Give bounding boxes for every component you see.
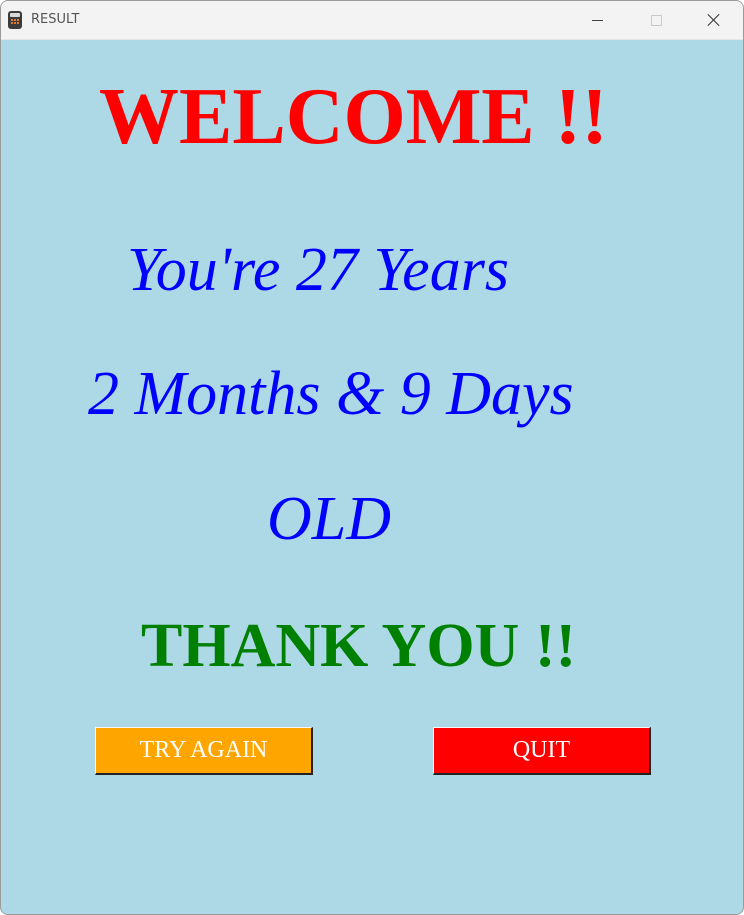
- result-panel: WELCOME !! You're 27 Years 2 Months & 9 …: [1, 40, 743, 914]
- maximize-button[interactable]: [627, 1, 685, 39]
- thank-you-text: THANK YOU !!: [141, 612, 577, 680]
- minimize-icon: [592, 20, 603, 21]
- maximize-icon: [651, 15, 662, 26]
- age-years-text: You're 27 Years: [127, 236, 509, 304]
- close-icon: [707, 13, 721, 27]
- close-button[interactable]: [685, 1, 743, 39]
- age-months-days-text: 2 Months & 9 Days: [88, 360, 574, 428]
- try-again-button[interactable]: TRY AGAIN: [95, 727, 313, 775]
- minimize-button[interactable]: [569, 1, 627, 39]
- result-window: RESULT WELCOME !! You're 27 Years 2 Mont…: [0, 0, 744, 915]
- quit-button[interactable]: QUIT: [433, 727, 651, 775]
- window-title: RESULT: [31, 12, 80, 27]
- title-bar[interactable]: RESULT: [1, 1, 743, 40]
- calculator-icon: [8, 11, 22, 29]
- age-old-text: OLD: [267, 485, 392, 553]
- welcome-heading: WELCOME !!: [99, 73, 608, 161]
